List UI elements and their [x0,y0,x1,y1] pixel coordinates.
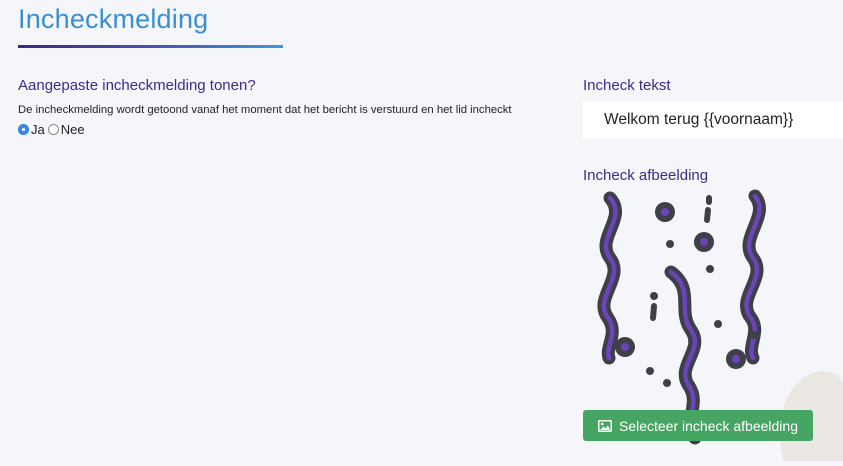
radio-yes-label[interactable]: Ja [31,122,45,137]
page-title: Incheckmelding [18,4,209,34]
select-checkin-image-label: Selecteer incheck afbeelding [618,417,798,434]
checkin-text-label: Incheck tekst [583,77,671,94]
select-checkin-image-button[interactable]: Selecteer incheck afbeelding [583,410,813,441]
checkin-toggle-help-text: De incheckmelding wordt getoond vanaf he… [18,104,512,116]
radio-yes[interactable] [18,124,29,135]
checkin-toggle-heading: Aangepaste incheckmelding tonen? [18,77,256,94]
radio-no[interactable] [47,124,59,135]
checkin-image-label: Incheck afbeelding [583,167,709,184]
checkin-text-input[interactable] [583,101,843,139]
image-icon [597,419,612,432]
title-underline [18,45,283,48]
checkin-toggle-radio-group: Ja Nee [18,122,88,137]
radio-no-label[interactable]: Nee [61,122,85,137]
